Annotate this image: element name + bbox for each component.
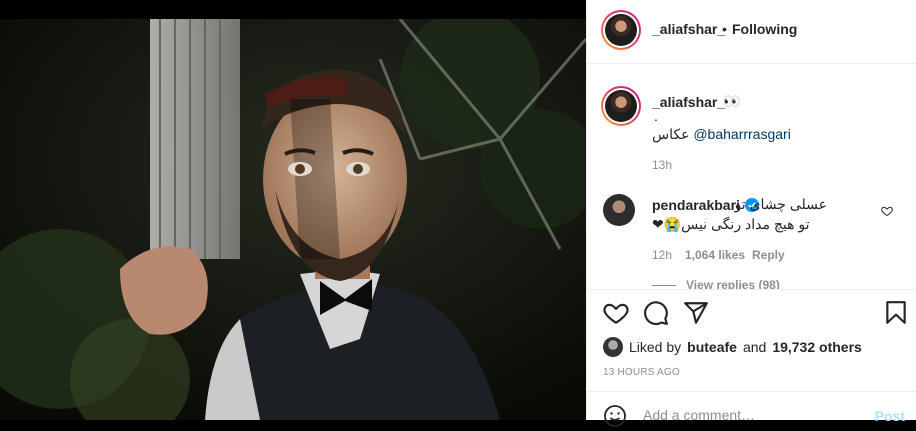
- caption-username[interactable]: _aliafshar_: [652, 94, 725, 110]
- add-comment-input[interactable]: [641, 406, 855, 424]
- post-timestamp[interactable]: 13 HOURS AGO: [603, 367, 680, 378]
- view-replies-line: [652, 284, 676, 286]
- comments-section[interactable]: _aliafshar_ 👀 . عکاس @baharrrasgari 13h …: [587, 64, 916, 290]
- liked-by-middle: and: [742, 339, 767, 355]
- comment-line2-wrap: ❤😭تو هیچ مداد رنگی نیس: [652, 216, 827, 233]
- post-side-panel: _aliafshar_ • Following _aliafshar_ 👀 . …: [586, 0, 916, 427]
- follow-status-button[interactable]: Following: [732, 21, 797, 37]
- caption-emoji: 👀: [723, 93, 741, 109]
- caption-time: 13h: [652, 158, 673, 172]
- smiley-icon[interactable]: [603, 404, 627, 428]
- liked-by-prefix: Liked by: [629, 339, 682, 355]
- post-photo[interactable]: [0, 19, 586, 420]
- paper-plane-icon[interactable]: [683, 300, 709, 326]
- comment-likes[interactable]: 1,064 likes: [685, 248, 745, 262]
- action-bar: [587, 290, 916, 338]
- liked-by-count-link[interactable]: 19,732 others: [772, 339, 862, 355]
- portrait-photo-illustration: [0, 19, 586, 420]
- liked-by-user-link[interactable]: buteafe: [687, 339, 737, 355]
- liked-by-row: Liked by buteafe and 19,732 others: [603, 336, 862, 358]
- caption-dot: .: [654, 108, 658, 124]
- post-header: _aliafshar_ • Following: [587, 0, 916, 64]
- top-black-bar: [0, 0, 586, 19]
- header-separator: •: [722, 21, 727, 37]
- comment-line1: عسلی چشای تو ،: [726, 196, 827, 212]
- bookmark-icon[interactable]: [883, 300, 909, 326]
- comment-line2: تو هیچ مداد رنگی نیس: [681, 216, 810, 232]
- add-comment-bar: Post: [587, 391, 916, 431]
- view-replies-label: View replies (98): [686, 278, 780, 290]
- caption-text-line: عکاس @baharrrasgari: [652, 126, 791, 143]
- comment-like-heart-icon[interactable]: [881, 205, 893, 217]
- comment-line2-emoji: ❤😭: [652, 216, 682, 232]
- caption-mention-link[interactable]: @baharrrasgari: [693, 126, 790, 142]
- caption-avatar[interactable]: [601, 86, 641, 126]
- comment-reply-button[interactable]: Reply: [752, 248, 785, 262]
- post-comment-button[interactable]: Post: [875, 408, 905, 424]
- comment-icon[interactable]: [643, 300, 669, 326]
- author-avatar[interactable]: [601, 10, 641, 50]
- header-username[interactable]: _aliafshar_: [652, 21, 725, 37]
- view-replies-button[interactable]: View replies (98): [652, 278, 780, 290]
- liked-by-avatar[interactable]: [603, 337, 623, 357]
- caption-text: عکاس: [652, 126, 690, 142]
- comment-avatar[interactable]: [603, 194, 635, 226]
- heart-icon[interactable]: [603, 300, 629, 326]
- comment-time: 12h: [652, 248, 673, 262]
